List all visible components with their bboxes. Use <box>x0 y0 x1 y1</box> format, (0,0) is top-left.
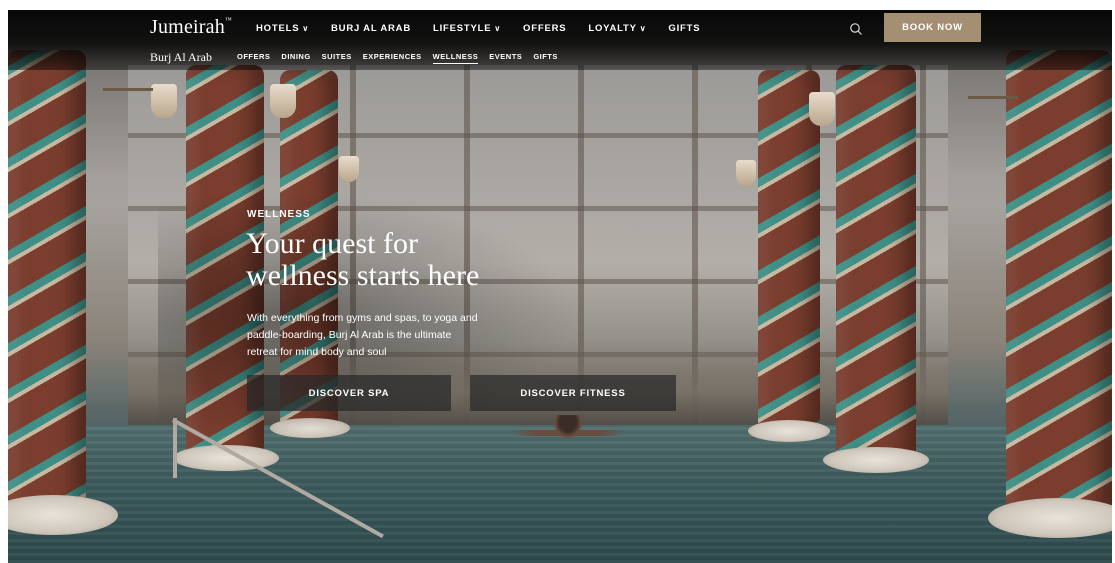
mosaic-column <box>1006 50 1112 520</box>
chevron-down-icon: ∨ <box>494 24 502 33</box>
subnav-item-events[interactable]: EVENTS <box>489 52 522 64</box>
subnav-item-suites[interactable]: SUITES <box>322 52 352 64</box>
lamp-arm <box>103 88 153 91</box>
main-navigation: HOTELS ∨ BURJ AL ARAB LIFESTYLE ∨ OFFERS L… <box>256 23 722 34</box>
subnav-item-experiences[interactable]: EXPERIENCES <box>363 52 422 64</box>
nav-label: LIFESTYLE <box>432 23 492 34</box>
headline-line: wellness starts here <box>246 259 480 292</box>
mosaic-column <box>8 50 86 520</box>
mosaic-column <box>758 70 820 432</box>
discover-spa-button[interactable]: DISCOVER SPA <box>247 375 451 411</box>
nav-label: GIFTS <box>668 23 701 34</box>
subnav-item-wellness[interactable]: WELLNESS <box>432 52 479 64</box>
wall-lamp <box>151 84 177 118</box>
subnav-item-offers[interactable]: OFFERS <box>237 52 270 64</box>
headline-line: Your quest for <box>246 227 418 260</box>
nav-label: HOTELS <box>256 23 300 34</box>
nav-item-hotels[interactable]: HOTELS ∨ <box>256 23 309 34</box>
nav-item-burj-al-arab[interactable]: BURJ AL ARAB <box>331 23 411 34</box>
logo-text: Jumeirah <box>150 16 225 38</box>
wall-lamp <box>809 92 835 126</box>
nav-item-loyalty[interactable]: LOYALTY ∨ <box>588 23 646 34</box>
mosaic-column <box>836 65 916 460</box>
wall-lamp <box>736 160 756 186</box>
intro-line: retreat for mind body and soul <box>247 346 387 358</box>
intro-line: paddle-boarding, Burj Al Arab is the ult… <box>247 329 452 341</box>
search-icon[interactable] <box>849 22 863 36</box>
hero-headline: Your quest for wellness starts here <box>246 228 586 292</box>
nav-item-lifestyle[interactable]: LIFESTYLE ∨ <box>433 23 501 34</box>
section-eyebrow: WELLNESS <box>247 209 311 220</box>
hero-section: Jumeirah™ Burj Al Arab HOTELS ∨ BURJ AL A… <box>8 10 1112 563</box>
nav-label: BURJ AL ARAB <box>331 23 411 34</box>
hero-intro: With everything from gyms and spas, to y… <box>247 310 517 361</box>
trademark-mark: ™ <box>224 16 232 24</box>
column-base <box>823 447 929 473</box>
nav-label: LOYALTY <box>588 23 637 34</box>
lamp-arm <box>968 96 1018 99</box>
column-base <box>748 420 830 442</box>
book-now-button[interactable]: BOOK NOW <box>884 13 981 42</box>
nav-item-offers[interactable]: OFFERS <box>523 23 566 34</box>
jumeirah-logo[interactable]: Jumeirah™ <box>150 16 232 39</box>
subnav-item-dining[interactable]: DINING <box>281 52 310 64</box>
property-subnavigation: OFFERS DINING SUITES EXPERIENCES WELLNES… <box>237 52 569 64</box>
discover-fitness-button[interactable]: DISCOVER FITNESS <box>470 375 676 411</box>
wall-lamp <box>270 84 296 118</box>
subnav-item-gifts[interactable]: GIFTS <box>533 52 558 64</box>
chevron-down-icon: ∨ <box>639 24 647 33</box>
wall-lamp <box>339 156 359 182</box>
intro-line: With everything from gyms and spas, to y… <box>247 312 478 324</box>
nav-label: OFFERS <box>523 23 567 34</box>
chevron-down-icon: ∨ <box>302 24 309 33</box>
property-logo[interactable]: Burj Al Arab <box>150 50 212 65</box>
nav-item-gifts[interactable]: GIFTS <box>668 23 700 34</box>
